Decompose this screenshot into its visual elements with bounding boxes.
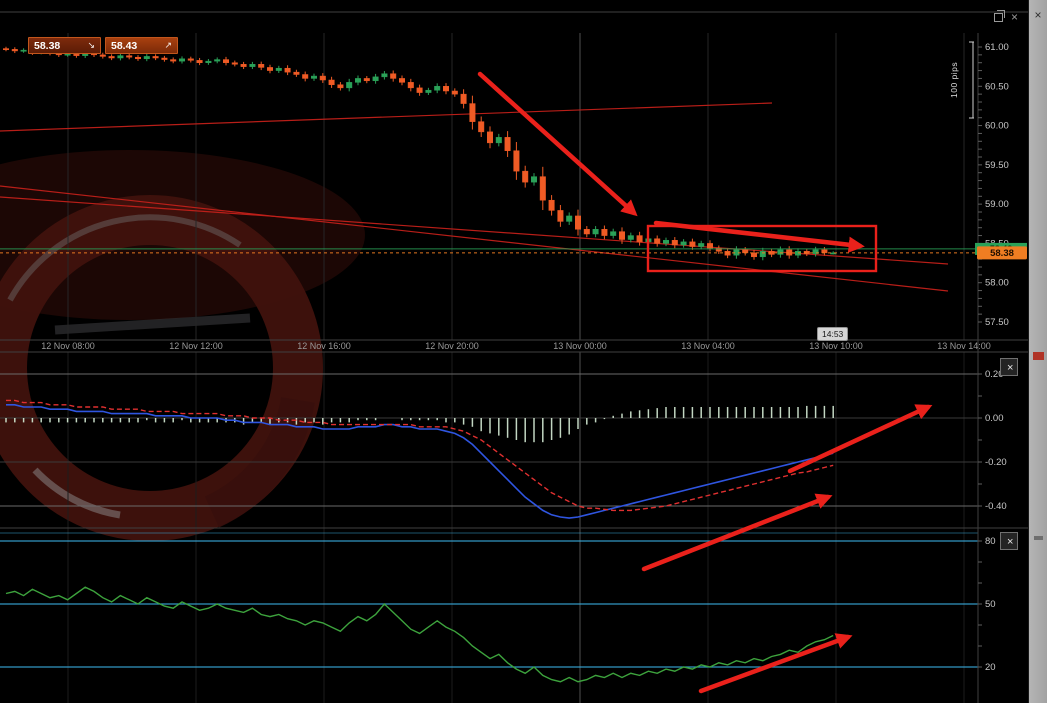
- chart-canvas[interactable]: 61.0060.5060.0059.5059.0058.5058.0057.50…: [0, 0, 1028, 703]
- panel-separators: [0, 11, 1028, 703]
- chart-window: 61.0060.5060.0059.5059.0058.5058.0057.50…: [0, 0, 1028, 703]
- svg-text:50: 50: [985, 599, 996, 610]
- pips-measure-bracket: [969, 41, 974, 119]
- pips-measure-label: 100 pips: [949, 61, 959, 99]
- svg-text:80: 80: [985, 536, 996, 547]
- svg-text:60.50: 60.50: [985, 81, 1009, 92]
- svg-text:13 Nov 00:00: 13 Nov 00:00: [553, 341, 607, 351]
- svg-text:12 Nov 20:00: 12 Nov 20:00: [425, 341, 479, 351]
- app-root: 61.0060.5060.0059.5059.0058.5058.0057.50…: [0, 0, 1047, 703]
- svg-text:58.38: 58.38: [990, 248, 1014, 259]
- svg-text:13 Nov 10:00: 13 Nov 10:00: [809, 341, 863, 351]
- sell-arrow-icon: ↘: [87, 40, 95, 50]
- sell-button[interactable]: 58.38 ↘: [28, 37, 101, 54]
- drawing-annotations[interactable]: [477, 71, 933, 694]
- strip-red-marker: [1033, 352, 1044, 360]
- svg-text:57.50: 57.50: [985, 317, 1009, 328]
- time-axis[interactable]: 12 Nov 08:00 12 Nov 12:00 12 Nov 16:00 12 N…: [41, 341, 991, 351]
- strip-dark-marker: [1034, 536, 1043, 540]
- price-tags: 58.4358.38: [975, 242, 1027, 260]
- svg-text:12 Nov 08:00: 12 Nov 08:00: [41, 341, 95, 351]
- svg-text:13 Nov 04:00: 13 Nov 04:00: [681, 341, 735, 351]
- window-controls: ×: [994, 9, 1018, 23]
- crosshair-time-tooltip: 14:53: [817, 327, 849, 341]
- rsi-close-button[interactable]: ×: [1000, 532, 1018, 550]
- buy-price-label: 58.43: [111, 39, 138, 52]
- rsi-panel: [0, 532, 978, 683]
- quick-trade-panel: 58.38 ↘ 58.43 ↗: [28, 37, 178, 54]
- svg-text:12 Nov 12:00: 12 Nov 12:00: [169, 341, 223, 351]
- buy-button[interactable]: 58.43 ↗: [105, 37, 178, 54]
- svg-text:61.00: 61.00: [985, 42, 1009, 53]
- svg-text:13 Nov 14:00: 13 Nov 14:00: [937, 341, 991, 351]
- sell-price-label: 58.38: [34, 39, 61, 52]
- macd-close-button[interactable]: ×: [1000, 358, 1018, 376]
- svg-text:-0.20: -0.20: [985, 457, 1007, 468]
- svg-text:-0.40: -0.40: [985, 501, 1007, 512]
- svg-text:59.00: 59.00: [985, 199, 1009, 210]
- svg-text:58.00: 58.00: [985, 278, 1009, 289]
- svg-text:20: 20: [985, 662, 996, 673]
- svg-text:59.50: 59.50: [985, 160, 1009, 171]
- buy-arrow-icon: ↗: [164, 40, 172, 50]
- grid-lines: [67, 33, 965, 703]
- broker-watermark: [0, 150, 365, 541]
- svg-text:12 Nov 16:00: 12 Nov 16:00: [297, 341, 351, 351]
- restore-window-icon[interactable]: [994, 9, 1005, 22]
- strip-close-icon[interactable]: ×: [1029, 8, 1047, 22]
- side-scroll-strip[interactable]: ×: [1028, 0, 1047, 703]
- svg-text:60.00: 60.00: [985, 121, 1009, 132]
- close-window-icon[interactable]: ×: [1011, 11, 1018, 23]
- svg-text:0.00: 0.00: [985, 413, 1004, 424]
